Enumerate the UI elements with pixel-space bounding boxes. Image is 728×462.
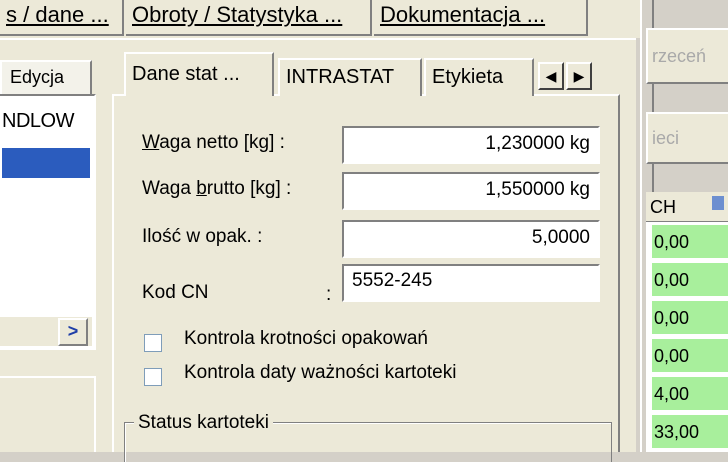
kod-cn-value: 5552-245 — [352, 270, 433, 291]
waga-brutto-label-text: rutto [kg] : — [206, 178, 292, 199]
waga-netto-label-accel: W — [142, 132, 160, 153]
ilosc-field[interactable]: 5,0000 — [342, 220, 600, 258]
tab-etykieta-label: Etykieta — [432, 66, 504, 88]
ilosc-label: Ilość w opak. : — [142, 226, 263, 247]
arrow-right-icon: > — [67, 321, 79, 341]
grid-cell[interactable]: 0,00 — [652, 300, 728, 334]
tab-dane-stat[interactable]: Dane stat ... — [124, 52, 274, 96]
tab-intrastat[interactable]: INTRASTAT — [278, 58, 422, 96]
tab-etykieta[interactable]: Etykieta — [424, 58, 534, 96]
tab-edycja-label: Edycja — [10, 67, 65, 87]
grid-header-label: CH — [650, 197, 676, 217]
daty-label: Kontrola daty ważności kartoteki — [184, 362, 457, 383]
krotnosci-checkbox[interactable] — [144, 334, 162, 352]
tab-dane-label: s / dane ... — [6, 2, 109, 27]
waga-brutto-label: Waga brutto [kg] : — [142, 178, 291, 200]
daty-checkbox[interactable] — [144, 368, 162, 386]
grid-cell[interactable]: 33,00 — [652, 414, 728, 448]
right-button-top[interactable]: rzeceń — [646, 28, 728, 84]
waga-brutto-value: 1,550000 kg — [485, 179, 590, 200]
status-kartoteki-label: Status kartoteki — [134, 412, 273, 434]
tab-dane[interactable]: s / dane ... — [0, 0, 124, 36]
kod-cn-label: Kod CN — [142, 282, 209, 303]
waga-netto-label: Waga netto [kg] : — [142, 132, 285, 154]
kod-cn-field[interactable]: 5552-245 — [342, 264, 600, 302]
tab-prev-button[interactable]: ◀ — [538, 62, 564, 90]
tab-obroty-statystyka[interactable]: Obroty / Statystyka ... — [126, 0, 372, 36]
grid-cell[interactable]: 0,00 — [652, 338, 728, 372]
arrow-left-icon: ◀ — [545, 68, 557, 84]
kod-cn-colon: : — [326, 284, 332, 305]
waga-netto-label-text: aga netto [kg] : — [159, 132, 285, 153]
waga-brutto-field[interactable]: 1,550000 kg — [342, 172, 600, 210]
grid-cell[interactable]: 4,00 — [652, 376, 728, 410]
arrow-right-icon: ▶ — [573, 68, 585, 84]
tab-obroty-label: Obroty / Statystyka ... — [132, 2, 343, 27]
scroll-right-button[interactable]: > — [58, 318, 88, 346]
list-item-selected[interactable] — [2, 148, 90, 178]
grid-cell[interactable]: 0,00 — [652, 262, 728, 296]
grid-cell[interactable]: 0,00 — [652, 224, 728, 258]
waga-netto-value: 1,230000 kg — [485, 133, 590, 154]
sort-icon — [712, 196, 724, 210]
ilosc-value: 5,0000 — [531, 227, 590, 248]
right-button-mid[interactable]: ieci — [646, 112, 728, 164]
list-header: NDLOW — [2, 110, 74, 132]
waga-netto-field[interactable]: 1,230000 kg — [342, 126, 600, 164]
tab-intrastat-label: INTRASTAT — [286, 66, 395, 88]
right-button-top-label: rzeceń — [652, 46, 707, 66]
tab-edycja[interactable]: Edycja — [0, 60, 92, 94]
tab-dokumentacja-label: Dokumentacja ... — [380, 2, 546, 27]
left-lower-panel — [0, 376, 96, 452]
krotnosci-label: Kontrola krotności opakowań — [184, 328, 428, 349]
tab-next-button[interactable]: ▶ — [566, 62, 592, 90]
tab-dokumentacja[interactable]: Dokumentacja ... — [374, 0, 588, 36]
right-button-mid-label: ieci — [652, 128, 680, 148]
tab-dane-stat-label: Dane stat ... — [132, 63, 240, 85]
waga-brutto-label-accel: b — [196, 178, 207, 199]
waga-brutto-label-pre: Waga — [142, 178, 197, 199]
